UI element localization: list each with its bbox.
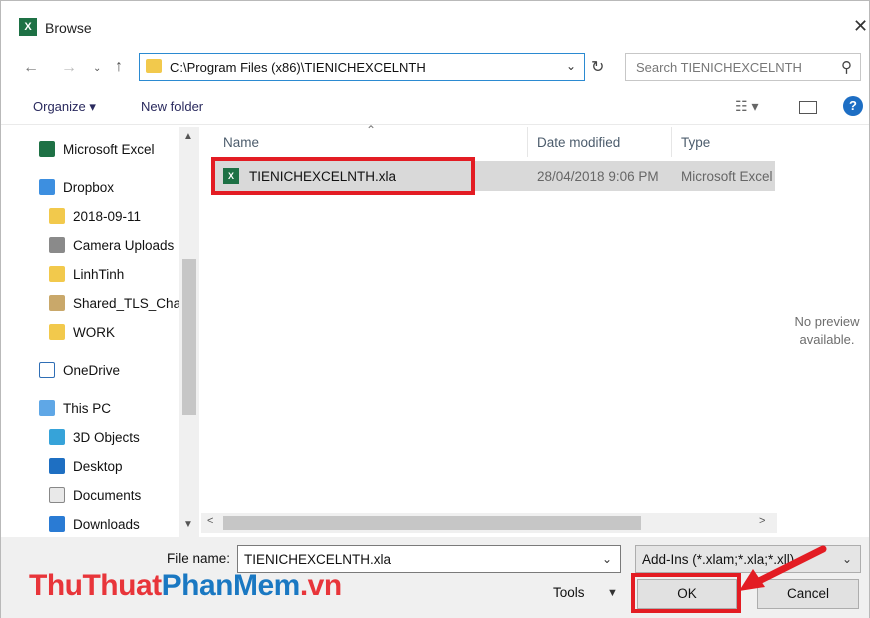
- file-name-value: TIENICHEXCELNTH.xla: [244, 552, 392, 567]
- sidebar-item-label: LinhTinh: [73, 266, 125, 282]
- search-input[interactable]: Search TIENICHEXCELNTH ⚲: [625, 53, 861, 81]
- preview-line: No preview: [794, 314, 860, 329]
- cube-icon: [49, 429, 65, 445]
- search-icon[interactable]: ⚲: [841, 58, 852, 76]
- sidebar-item-label: Shared_TLS_Cha: [73, 295, 182, 311]
- sidebar-item-label: Microsoft Excel: [63, 141, 155, 157]
- tools-button[interactable]: Tools: [553, 585, 585, 600]
- sidebar-item-onedrive[interactable]: OneDrive: [39, 358, 120, 382]
- horizontal-scrollbar[interactable]: < >: [201, 513, 777, 533]
- sidebar-item-linhtinh[interactable]: LinhTinh: [49, 262, 124, 286]
- address-path: C:\Program Files (x86)\TIENICHEXCELNTH: [170, 60, 426, 75]
- column-header-date[interactable]: Date modified: [537, 127, 667, 157]
- triangle-down-icon[interactable]: ▼: [607, 587, 618, 599]
- search-placeholder: Search TIENICHEXCELNTH: [636, 60, 802, 75]
- watermark-logo: ThuThuatPhanMem.vn: [29, 569, 342, 603]
- help-icon[interactable]: ?: [843, 96, 863, 116]
- scrollbar-thumb[interactable]: [182, 259, 196, 415]
- sidebar-item-label: OneDrive: [63, 362, 121, 378]
- sidebar-item-shared-tls[interactable]: Shared_TLS_Cha: [49, 291, 181, 315]
- dialog-title: Browse: [45, 20, 92, 36]
- sidebar-item-label: This PC: [63, 400, 112, 416]
- file-date: 28/04/2018 9:06 PM: [537, 169, 659, 184]
- annotation-arrow-icon: [739, 545, 827, 591]
- highlight-box-file: [211, 157, 475, 195]
- refresh-icon[interactable]: ↻: [591, 57, 604, 77]
- desktop-icon: [49, 458, 65, 474]
- title-bar: X Browse ✕: [1, 1, 869, 37]
- dropbox-icon: [39, 179, 55, 195]
- browse-dialog: X Browse ✕ ← → ⌄ ↑ C:\Program Files (x86…: [0, 0, 870, 618]
- shared-folder-icon: [49, 295, 65, 311]
- new-folder-button[interactable]: New folder: [141, 99, 203, 114]
- file-name-label: File name:: [167, 551, 231, 566]
- forward-arrow-icon[interactable]: →: [61, 59, 77, 77]
- back-arrow-icon[interactable]: ←: [23, 59, 39, 77]
- organize-button[interactable]: Organize ▾: [33, 99, 96, 115]
- close-icon[interactable]: ✕: [853, 17, 868, 35]
- sidebar-item-work[interactable]: WORK: [49, 320, 115, 344]
- sidebar-item-label: Documents: [73, 487, 142, 503]
- highlight-box-ok: [631, 573, 741, 613]
- scrollbar-thumb[interactable]: [223, 516, 641, 530]
- column-divider[interactable]: [671, 127, 672, 157]
- sidebar-item-label: Downloads: [73, 516, 140, 532]
- chevron-down-icon[interactable]: ⌄: [842, 552, 852, 566]
- change-view-icon[interactable]: ☷ ▾: [735, 98, 758, 115]
- scroll-down-icon[interactable]: ▼: [183, 519, 193, 530]
- pc-icon: [39, 400, 55, 416]
- excel-icon: X: [19, 18, 37, 36]
- watermark-part: PhanMem: [161, 569, 301, 602]
- scroll-left-icon[interactable]: <: [207, 515, 213, 527]
- watermark-part: .vn: [299, 569, 342, 602]
- folder-icon: [49, 208, 65, 224]
- sidebar-item-this-pc[interactable]: This PC: [39, 396, 111, 420]
- sidebar-item-label: 2018-09-11: [73, 208, 142, 224]
- recent-locations-chevron-icon[interactable]: ⌄: [93, 60, 101, 78]
- column-divider[interactable]: [527, 127, 528, 157]
- sidebar-item-documents[interactable]: Documents: [49, 483, 141, 507]
- column-header-name[interactable]: Name: [223, 127, 523, 157]
- sidebar-item-label: Desktop: [73, 458, 123, 474]
- preview-message: No preview available.: [777, 313, 870, 349]
- sidebar-item-downloads[interactable]: Downloads: [49, 512, 140, 536]
- sidebar-item-dropbox[interactable]: Dropbox: [39, 175, 114, 199]
- command-bar: Organize ▾ New folder ☷ ▾ ?: [1, 89, 869, 125]
- sidebar-scrollbar[interactable]: ▲ ▼: [179, 127, 199, 537]
- chevron-down-icon[interactable]: ⌄: [566, 59, 576, 73]
- column-header-type[interactable]: Type: [681, 127, 771, 157]
- onedrive-icon: [39, 362, 55, 378]
- sidebar-item-label: WORK: [73, 324, 115, 340]
- preview-pane: No preview available.: [777, 127, 869, 537]
- address-bar[interactable]: C:\Program Files (x86)\TIENICHEXCELNTH ⌄: [139, 53, 585, 81]
- up-arrow-icon[interactable]: ↑: [115, 58, 123, 76]
- sidebar-item-desktop[interactable]: Desktop: [49, 454, 123, 478]
- sidebar-item-camera-uploads[interactable]: Camera Uploads: [49, 233, 174, 257]
- scroll-up-icon[interactable]: ▲: [183, 131, 193, 142]
- sidebar-item-label: Camera Uploads: [73, 237, 175, 253]
- sidebar-item-label: 3D Objects: [73, 429, 140, 445]
- file-type: Microsoft Excel: [681, 169, 773, 184]
- chevron-down-icon[interactable]: ⌄: [602, 552, 612, 566]
- sidebar-item-3d-objects[interactable]: 3D Objects: [49, 425, 140, 449]
- download-icon: [49, 516, 65, 532]
- camera-folder-icon: [49, 237, 65, 253]
- sidebar-item-2018-09-11[interactable]: 2018-09-11: [49, 204, 141, 228]
- sidebar-item-label: Dropbox: [63, 179, 115, 195]
- folder-icon: [146, 59, 162, 73]
- watermark-part: ThuThuat: [29, 569, 162, 602]
- navigation-pane: Microsoft Excel Dropbox 2018-09-11 Camer…: [1, 127, 199, 537]
- sidebar-item-microsoft-excel[interactable]: Microsoft Excel: [39, 137, 155, 161]
- document-icon: [49, 487, 65, 503]
- folder-icon: [49, 266, 65, 282]
- preview-pane-icon[interactable]: [799, 101, 817, 114]
- preview-line: available.: [799, 332, 855, 347]
- folder-icon: [49, 324, 65, 340]
- scroll-right-icon[interactable]: >: [759, 515, 765, 527]
- excel-icon: [39, 141, 55, 157]
